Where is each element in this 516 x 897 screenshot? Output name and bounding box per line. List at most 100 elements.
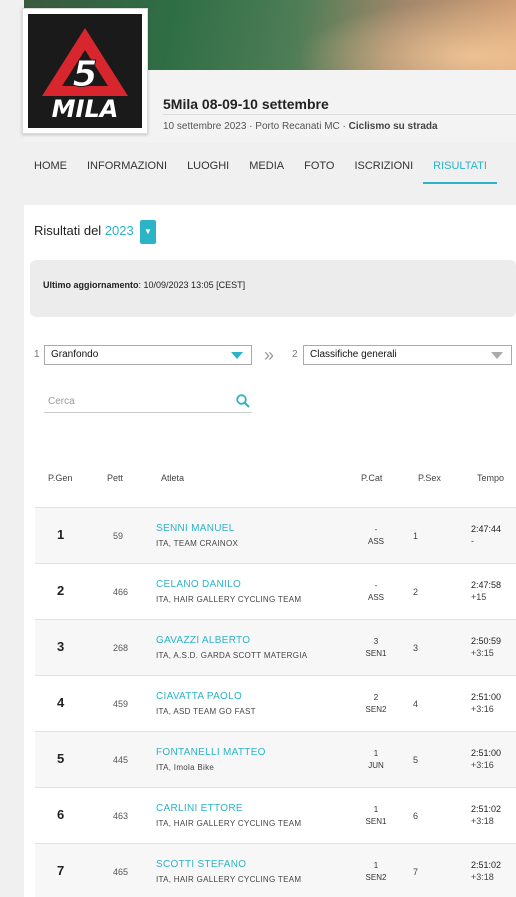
svg-text:5: 5	[72, 54, 97, 95]
event-subtitle-prefix: 10 settembre 2023 · Porto Recanati MC ·	[163, 121, 349, 132]
row-cat-rank: 2	[373, 693, 379, 702]
ranking-select[interactable]: Classifiche generali	[303, 345, 512, 365]
search-box	[44, 391, 252, 413]
row-gap: -	[471, 536, 474, 546]
table-row[interactable]: 5 445 FONTANELLI MATTEO ITA, Imola Bike …	[35, 731, 516, 787]
athlete-name-link[interactable]: SCOTTI STEFANO	[156, 859, 246, 870]
table-row[interactable]: 2 466 CELANO DANILO ITA, HAIR GALLERY CY…	[35, 563, 516, 619]
table-row[interactable]: 3 268 GAVAZZI ALBERTO ITA, A.S.D. GARDA …	[35, 619, 516, 675]
header-pcat[interactable]: P.Cat	[361, 473, 382, 483]
row-bib: 466	[113, 587, 129, 597]
search-input[interactable]	[44, 391, 224, 412]
header-pett[interactable]: Pett	[107, 473, 123, 483]
row-position: 5	[57, 751, 65, 766]
row-gap: +15	[471, 592, 487, 602]
row-position: 4	[57, 695, 65, 710]
results-year: 2023	[104, 223, 134, 238]
row-sex-rank: 4	[413, 699, 419, 709]
logo-5mila-icon: 5 MILA	[42, 28, 128, 123]
chevron-down-icon	[491, 352, 503, 359]
table-row[interactable]: 4 459 CIAVATTA PAOLO ITA, ASD TEAM GO FA…	[35, 675, 516, 731]
row-cat-rank: 1	[373, 805, 379, 814]
header-psex[interactable]: P.Sex	[418, 473, 441, 483]
row-position: 1	[57, 527, 65, 542]
main-nav: HOME INFORMAZIONI LUOGHI MEDIA FOTO ISCR…	[24, 150, 516, 184]
results-title-prefix: Risultati del	[34, 223, 105, 238]
row-position: 2	[57, 583, 65, 598]
nav-risultati[interactable]: RISULTATI	[423, 150, 497, 184]
nav-luoghi[interactable]: LUOGHI	[177, 150, 239, 184]
step-2-number: 2	[292, 349, 298, 360]
athlete-name-link[interactable]: SENNI MANUEL	[156, 523, 235, 534]
row-sex-rank: 5	[413, 755, 419, 765]
row-time: 2:47:58	[471, 580, 502, 590]
nav-media[interactable]: MEDIA	[239, 150, 294, 184]
event-logo: 5 MILA	[22, 8, 148, 134]
row-sex-rank: 7	[413, 867, 419, 877]
race-select[interactable]: Granfondo	[44, 345, 252, 365]
results-panel: Risultati del 2023 ▼ Ultimo aggiornament…	[24, 205, 516, 897]
athlete-name-link[interactable]: GAVAZZI ALBERTO	[156, 635, 250, 646]
row-gap: +3:18	[471, 872, 494, 882]
event-sport: Ciclismo su strada	[348, 121, 438, 132]
row-team: ITA, A.S.D. GARDA SCOTT MATERGIA	[156, 651, 308, 660]
results-title: Risultati del 2023	[34, 223, 134, 238]
row-gap: +3:16	[471, 760, 494, 770]
row-bib: 268	[113, 643, 129, 653]
athlete-name-link[interactable]: CELANO DANILO	[156, 579, 241, 590]
row-team: ITA, HAIR GALLERY CYCLING TEAM	[156, 819, 302, 828]
row-sex-rank: 6	[413, 811, 419, 821]
svg-text:MILA: MILA	[52, 95, 119, 123]
search-icon[interactable]	[236, 394, 250, 413]
table-row[interactable]: 7 465 SCOTTI STEFANO ITA, HAIR GALLERY C…	[35, 843, 516, 897]
ranking-select-value: Classifiche generali	[310, 349, 397, 360]
row-bib: 59	[113, 531, 124, 541]
row-team: ITA, Imola Bike	[156, 763, 215, 772]
table-row[interactable]: 6 463 CARLINI ETTORE ITA, HAIR GALLERY C…	[35, 787, 516, 843]
double-chevron-right-icon: »	[264, 345, 275, 365]
chevron-down-icon	[231, 352, 243, 359]
row-category: ASS	[367, 593, 384, 602]
row-bib: 463	[113, 811, 129, 821]
row-category: SEN1	[365, 817, 387, 826]
row-position: 7	[57, 863, 65, 878]
row-category: SEN2	[365, 873, 387, 882]
banner-glow	[296, 0, 516, 70]
athlete-name-link[interactable]: FONTANELLI MATTEO	[156, 747, 266, 758]
header-tempo[interactable]: Tempo	[477, 473, 504, 483]
row-bib: 445	[113, 755, 129, 765]
header-pgen[interactable]: P.Gen	[48, 473, 72, 483]
last-update-label: Ultimo aggiornamento	[43, 280, 139, 290]
row-team: ITA, HAIR GALLERY CYCLING TEAM	[156, 875, 302, 884]
row-position: 6	[57, 807, 65, 822]
nav-iscrizioni[interactable]: ISCRIZIONI	[344, 150, 423, 184]
row-team: ITA, HAIR GALLERY CYCLING TEAM	[156, 595, 302, 604]
athlete-name-link[interactable]: CARLINI ETTORE	[156, 803, 243, 814]
athlete-name-link[interactable]: CIAVATTA PAOLO	[156, 691, 242, 702]
last-update-value: : 10/09/2023 13:05 [CEST]	[138, 280, 246, 290]
nav-informazioni[interactable]: INFORMAZIONI	[77, 150, 177, 184]
row-cat-rank: -	[374, 525, 378, 534]
nav-home[interactable]: HOME	[24, 150, 77, 184]
year-dropdown-button[interactable]: ▼	[140, 220, 156, 244]
results-table-body: 1 59 SENNI MANUEL ITA, TEAM CRAINOX - AS…	[35, 507, 516, 897]
table-row[interactable]: 1 59 SENNI MANUEL ITA, TEAM CRAINOX - AS…	[35, 507, 516, 563]
nav-foto[interactable]: FOTO	[294, 150, 344, 184]
row-bib: 465	[113, 867, 129, 877]
row-cat-rank: 3	[373, 637, 379, 646]
row-time: 2:51:00	[471, 692, 502, 702]
row-cat-rank: 1	[373, 749, 379, 758]
row-sex-rank: 2	[413, 587, 419, 597]
header-atleta[interactable]: Atleta	[161, 473, 184, 483]
event-title: 5Mila 08-09-10 settembre	[163, 96, 329, 112]
table-header: P.Gen Pett Atleta P.Cat P.Sex Tempo	[24, 473, 516, 487]
row-bib: 459	[113, 699, 129, 709]
logo-inner: 5 MILA	[28, 14, 142, 128]
row-time: 2:50:59	[471, 636, 502, 646]
row-gap: +3:15	[471, 648, 494, 658]
event-subtitle: 10 settembre 2023 · Porto Recanati MC · …	[163, 121, 438, 132]
row-category: ASS	[367, 537, 384, 546]
caret-down-icon: ▼	[144, 227, 152, 236]
row-category: JUN	[368, 761, 384, 770]
row-sex-rank: 1	[413, 531, 419, 541]
